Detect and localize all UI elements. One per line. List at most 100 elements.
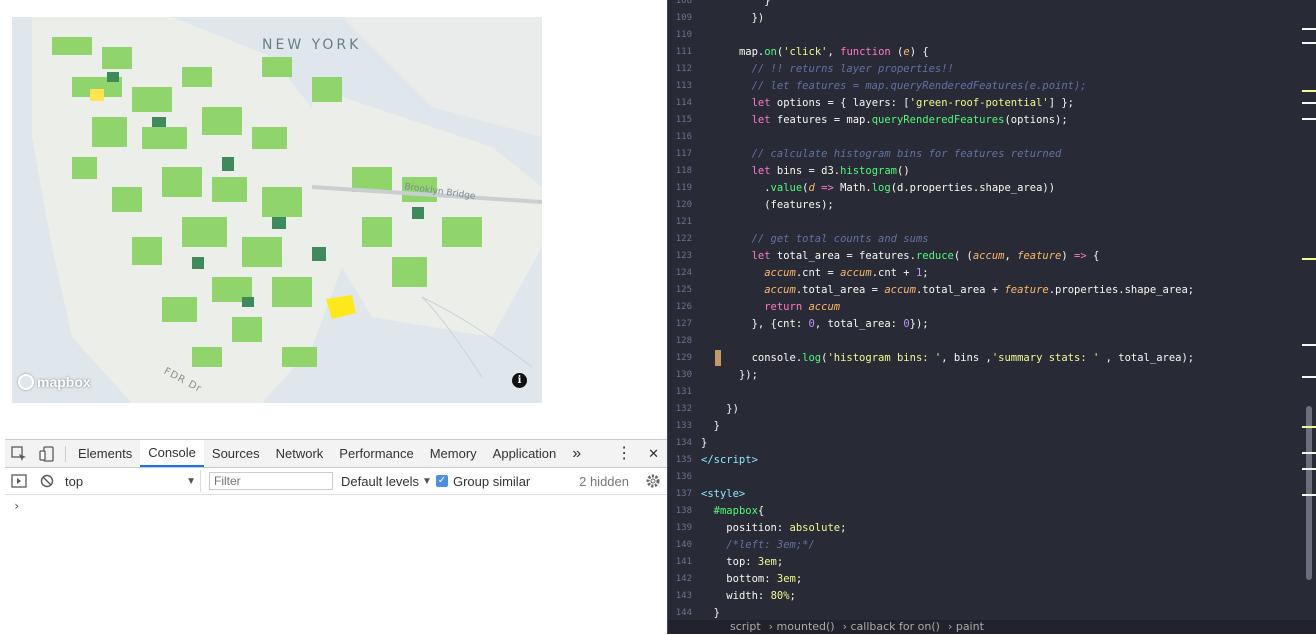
line-number: 137 (675, 489, 692, 499)
line-text[interactable]: // get total counts and sums (701, 231, 929, 248)
line-text[interactable]: } (701, 418, 720, 435)
tab-sources[interactable]: Sources (204, 440, 268, 467)
minimap-marker (1302, 452, 1316, 454)
line-text[interactable]: bottom: 3em; (701, 571, 802, 588)
gear-icon[interactable] (639, 468, 667, 495)
line-text[interactable]: }) (701, 401, 739, 418)
chevron-down-icon: ▼ (186, 475, 196, 487)
tab-memory[interactable]: Memory (422, 440, 485, 467)
line-number: 128 (675, 336, 692, 346)
device-toolbar-icon[interactable] (33, 440, 61, 467)
line-text[interactable]: (features); (701, 197, 834, 214)
hidden-count: 2 hidden (579, 473, 629, 489)
line-number: 134 (675, 438, 692, 448)
minimap-marker (1302, 376, 1316, 378)
line-text[interactable]: </script> (701, 452, 758, 469)
line-number: 115 (675, 115, 692, 125)
show-sidebar-icon[interactable] (5, 468, 33, 495)
line-number: 116 (675, 132, 692, 142)
line-number: 129 (675, 353, 692, 363)
console-prompt[interactable]: › (5, 495, 667, 517)
map-canvas[interactable] (12, 17, 542, 403)
line-text[interactable]: let bins = d3.histogram() (701, 163, 910, 180)
line-number: 135 (675, 455, 692, 465)
line-text[interactable]: top: 3em; (701, 554, 783, 571)
line-number: 125 (675, 285, 692, 295)
editor-scrollbar[interactable] (1306, 406, 1312, 580)
breadcrumb-item[interactable]: › paint (948, 620, 984, 633)
kebab-menu-icon[interactable]: ⋮ (608, 440, 640, 467)
chevron-down-icon: ▼ (422, 475, 432, 487)
close-icon[interactable]: ✕ (640, 440, 667, 467)
log-levels-select[interactable]: Default levels ▼ (341, 474, 432, 489)
mapbox-logo-icon (18, 374, 34, 390)
line-number: 124 (675, 268, 692, 278)
devtools-panel: Elements Console Sources Network Perform… (5, 439, 667, 635)
line-text[interactable]: // calculate histogram bins for features… (701, 146, 1062, 163)
tab-console[interactable]: Console (140, 440, 204, 467)
clear-console-icon[interactable] (33, 468, 61, 495)
line-text[interactable]: .value(d => Math.log(d.properties.shape_… (701, 180, 1055, 197)
browser-viewport: NEW YORK Brooklyn Bridge FDR Dr mapbox i… (0, 0, 667, 635)
line-number: 142 (675, 574, 692, 584)
line-text[interactable]: return accum (701, 299, 840, 316)
line-number: 118 (675, 166, 692, 176)
log-levels-label: Default levels (341, 473, 420, 489)
line-number: 140 (675, 540, 692, 550)
line-number: 121 (675, 217, 692, 227)
line-text[interactable]: map.on('click', function (e) { (701, 44, 929, 61)
line-number: 123 (675, 251, 692, 261)
line-text[interactable]: /*left: 3em;*/ (701, 537, 815, 554)
line-number: 110 (675, 30, 692, 40)
context-value: top (65, 473, 84, 489)
line-number: 120 (675, 200, 692, 210)
tab-performance[interactable]: Performance (331, 440, 421, 467)
line-text[interactable]: // let features = map.queryRenderedFeatu… (701, 78, 1087, 95)
minimap-marker (1302, 28, 1316, 30)
line-text[interactable]: #mapbox{ (701, 503, 765, 520)
filter-input[interactable] (209, 472, 333, 490)
minimap-marker (1302, 426, 1316, 428)
line-text[interactable]: console.log('histogram bins: ', bins ,'s… (701, 350, 1195, 367)
line-number: 119 (675, 183, 692, 193)
line-number: 130 (675, 370, 692, 380)
line-text[interactable]: let features = map.queryRenderedFeatures… (701, 112, 1068, 129)
line-text[interactable]: position: absolute; (701, 520, 846, 537)
line-text[interactable]: // !! returns layer properties!! (701, 61, 954, 78)
line-text[interactable]: }); (701, 367, 758, 384)
minimap-marker (1302, 118, 1316, 120)
line-text[interactable]: } (701, 435, 707, 452)
tab-separator (65, 445, 66, 462)
line-text[interactable]: width: 80%; (701, 588, 796, 605)
line-text[interactable]: }, {cnt: 0, total_area: 0}); (701, 316, 929, 333)
context-select[interactable]: top ▼ (61, 470, 201, 492)
line-number: 114 (675, 98, 692, 108)
tab-network[interactable]: Network (268, 440, 332, 467)
tab-elements[interactable]: Elements (70, 440, 140, 467)
group-similar-label: Group similar (452, 473, 531, 489)
group-similar-checkbox[interactable]: ✓ (435, 475, 448, 487)
more-tabs-icon[interactable]: » (564, 440, 589, 467)
line-text[interactable]: accum.cnt = accum.cnt + 1; (701, 265, 928, 282)
tab-application[interactable]: Application (485, 440, 565, 467)
line-text[interactable]: } (701, 0, 770, 10)
breadcrumb-item[interactable]: › callback for on() (843, 620, 940, 633)
line-text[interactable]: <style> (701, 486, 745, 503)
line-number: 113 (675, 81, 692, 91)
group-similar-toggle[interactable]: ✓ Group similar (435, 473, 531, 489)
breadcrumb-item[interactable]: script (730, 620, 761, 633)
line-number: 109 (675, 13, 692, 23)
line-number: 138 (675, 506, 692, 516)
mapbox-map[interactable]: NEW YORK Brooklyn Bridge FDR Dr mapbox i (12, 17, 542, 403)
line-text[interactable]: let options = { layers: ['green-roof-pot… (701, 95, 1074, 112)
code-editor[interactable]: 108 } 109 }) 110 111 map.on('click', functi… (667, 0, 1316, 634)
gutter-modified-marker (715, 350, 721, 366)
line-text[interactable]: let total_area = features.reduce( (accum… (701, 248, 1100, 265)
line-text[interactable]: }) (701, 10, 765, 27)
mapbox-logo[interactable]: mapbox (18, 374, 91, 390)
breadcrumb-item[interactable]: › mounted() (769, 620, 835, 633)
line-number: 141 (675, 557, 692, 567)
line-text[interactable]: accum.total_area = accum.total_area + fe… (701, 282, 1194, 299)
inspect-element-icon[interactable] (5, 440, 33, 467)
info-icon[interactable]: i (512, 373, 527, 388)
